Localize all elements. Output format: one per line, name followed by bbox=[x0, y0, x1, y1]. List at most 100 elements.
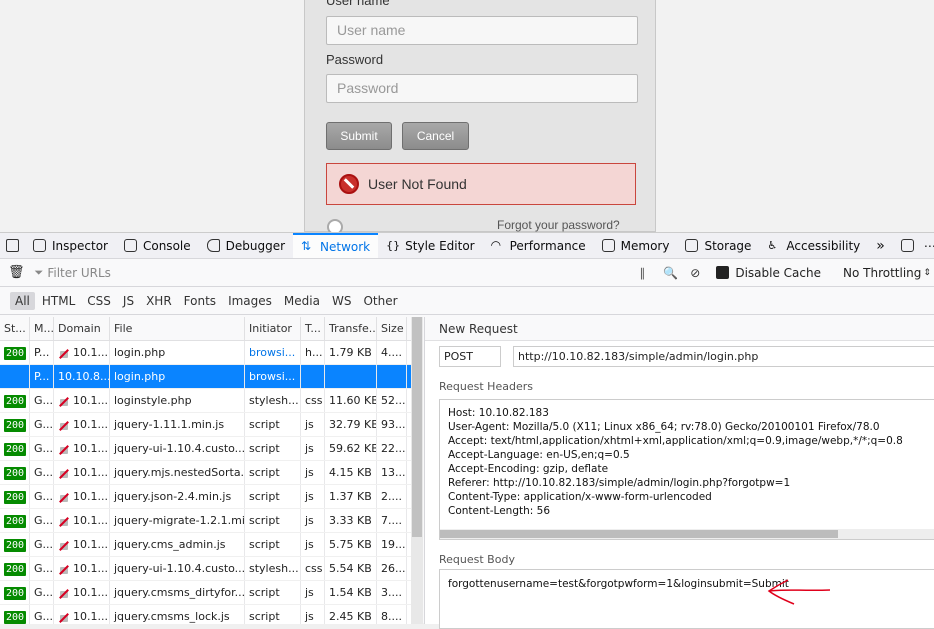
tab-memory[interactable]: Memory bbox=[594, 233, 678, 258]
tab-inspector[interactable]: Inspector bbox=[25, 233, 116, 258]
filter-ws[interactable]: WS bbox=[327, 292, 356, 310]
filter-fonts[interactable]: Fonts bbox=[179, 292, 221, 310]
devtools-tabs: Inspector Console Debugger ⇅ Network {} Style … bbox=[25, 233, 868, 258]
domain-text: 10.10.8... bbox=[58, 370, 110, 383]
tab-network[interactable]: ⇅ Network bbox=[293, 233, 379, 258]
status-badge: 200 bbox=[4, 467, 27, 480]
filter-images[interactable]: Images bbox=[223, 292, 277, 310]
filter-icon: ⏷ bbox=[34, 265, 44, 279]
table-row[interactable]: P... 10.10.8... login.php browsi... bbox=[0, 365, 411, 389]
table-row[interactable]: 200 G... 10.1... jquery.cmsms_dirtyfor... sc… bbox=[0, 581, 411, 605]
error-message-box: User Not Found bbox=[326, 163, 636, 205]
status-badge: 200 bbox=[4, 587, 27, 600]
table-row[interactable]: 200 G... 10.1... jquery.json-2.4.min.js scri… bbox=[0, 485, 411, 509]
insecure-lock-icon bbox=[58, 492, 70, 502]
cell-type: js bbox=[301, 605, 325, 624]
trash-icon[interactable]: 🗑 bbox=[8, 265, 25, 280]
block-icon[interactable]: ⊘ bbox=[690, 266, 700, 280]
annotation-arrow bbox=[767, 579, 831, 605]
username-input[interactable]: User name bbox=[326, 16, 638, 45]
cell-file: jquery-1.11.1.min.js bbox=[110, 413, 245, 436]
column-header[interactable]: Domain bbox=[54, 317, 110, 340]
cell-file: jquery.mjs.nestedSorta... bbox=[110, 461, 245, 484]
table-row[interactable]: 200 G... 10.1... jquery.cms_admin.js script j… bbox=[0, 533, 411, 557]
more-options-icon[interactable]: ⋯ bbox=[922, 233, 934, 258]
pause-icon[interactable]: ∥ bbox=[639, 266, 645, 280]
filter-js[interactable]: JS bbox=[118, 292, 139, 310]
filter-xhr[interactable]: XHR bbox=[141, 292, 177, 310]
network-icon: ⇅ bbox=[301, 239, 312, 253]
cell-size: 2.... bbox=[377, 485, 407, 508]
filter-all[interactable]: All bbox=[10, 291, 35, 310]
insecure-lock-icon bbox=[58, 588, 70, 598]
forgot-password-link[interactable]: Forgot your password? bbox=[497, 218, 620, 232]
submit-button[interactable]: Submit bbox=[326, 122, 392, 150]
tab-style-editor[interactable]: {} Style Editor bbox=[378, 233, 482, 258]
back-circle-icon[interactable] bbox=[327, 219, 343, 232]
column-header[interactable]: File bbox=[110, 317, 245, 340]
domain-text: 10.1... bbox=[73, 346, 108, 359]
more-tabs-icon[interactable]: » bbox=[868, 233, 893, 258]
cell-domain: 10.1... bbox=[54, 509, 110, 532]
column-header[interactable]: Initiator bbox=[245, 317, 301, 340]
cell-status: 200 bbox=[0, 461, 30, 484]
cell-initiator: browsi... bbox=[245, 365, 301, 388]
filter-other[interactable]: Other bbox=[358, 292, 402, 310]
status-badge: 200 bbox=[4, 515, 27, 528]
request-list-scrollbar[interactable] bbox=[411, 317, 423, 624]
tab-console[interactable]: Console bbox=[116, 233, 199, 258]
cell-domain: 10.1... bbox=[54, 437, 110, 460]
column-header[interactable]: Transfe... bbox=[325, 317, 377, 340]
tab-debugger[interactable]: Debugger bbox=[199, 233, 293, 258]
column-header[interactable]: T... bbox=[301, 317, 325, 340]
cell-type: js bbox=[301, 509, 325, 532]
cell-transferred: 5.54 KB bbox=[325, 557, 377, 580]
filter-media[interactable]: Media bbox=[279, 292, 325, 310]
method-field[interactable]: POST bbox=[439, 346, 501, 367]
column-header[interactable]: St... bbox=[0, 317, 30, 340]
filter-html[interactable]: HTML bbox=[37, 292, 80, 310]
domain-text: 10.1... bbox=[73, 514, 108, 527]
cell-size bbox=[377, 365, 407, 388]
domain-text: 10.1... bbox=[73, 442, 108, 455]
cell-file: jquery.cms_admin.js bbox=[110, 533, 245, 556]
table-row[interactable]: 200 P... 10.1... login.php browsi... h... 1.79… bbox=[0, 341, 411, 365]
status-badge: 200 bbox=[4, 491, 27, 504]
cell-method: G... bbox=[30, 533, 54, 556]
column-header[interactable]: Size bbox=[377, 317, 407, 340]
insecure-lock-icon bbox=[58, 564, 70, 574]
cell-size: 4.... bbox=[377, 341, 407, 364]
filter-css[interactable]: CSS bbox=[82, 292, 116, 310]
cell-domain: 10.1... bbox=[54, 533, 110, 556]
table-row[interactable]: 200 G... 10.1... jquery-migrate-1.2.1.mi...… bbox=[0, 509, 411, 533]
filter-urls-input[interactable]: Filter URLs bbox=[47, 266, 607, 280]
chevron-updown-icon: ⇕ bbox=[923, 267, 931, 278]
password-input[interactable]: Password bbox=[326, 74, 638, 103]
insecure-lock-icon bbox=[58, 516, 70, 526]
table-row[interactable]: 200 G... 10.1... jquery-1.11.1.min.js script… bbox=[0, 413, 411, 437]
search-icon[interactable]: 🔍 bbox=[663, 266, 678, 280]
table-row[interactable]: 200 G... 10.1... jquery-ui-1.10.4.custo... s… bbox=[0, 557, 411, 581]
tab-label: Accessibility bbox=[786, 238, 861, 253]
request-headers-textarea[interactable]: Host: 10.10.82.183 User-Agent: Mozilla/5… bbox=[439, 399, 934, 540]
tab-performance[interactable]: ◠ Performance bbox=[483, 233, 594, 258]
dock-icon[interactable] bbox=[893, 233, 922, 258]
table-row[interactable]: 200 G... 10.1... jquery.mjs.nestedSorta... s… bbox=[0, 461, 411, 485]
table-row[interactable]: 200 G... 10.1... jquery.cmsms_lock.js script… bbox=[0, 605, 411, 624]
cancel-button[interactable]: Cancel bbox=[402, 122, 469, 150]
tab-label: Style Editor bbox=[405, 238, 475, 253]
disable-cache-checkbox[interactable] bbox=[716, 266, 730, 279]
url-field[interactable]: http://10.10.82.183/simple/admin/login.p… bbox=[513, 346, 934, 367]
cell-method: G... bbox=[30, 413, 54, 436]
storage-icon bbox=[685, 239, 699, 252]
cell-transferred: 59.62 KB bbox=[325, 437, 377, 460]
throttling-select[interactable]: No Throttling bbox=[843, 266, 921, 280]
table-row[interactable]: 200 G... 10.1... loginstyle.php stylesh... cs… bbox=[0, 389, 411, 413]
request-body-textarea[interactable]: forgottenusername=test&forgotpwform=1&lo… bbox=[439, 569, 934, 629]
table-row[interactable]: 200 G... 10.1... jquery-ui-1.10.4.custo... s… bbox=[0, 437, 411, 461]
tab-accessibility[interactable]: ♿ Accessibility bbox=[759, 233, 868, 258]
column-header[interactable]: M... bbox=[30, 317, 54, 340]
element-picker-icon[interactable] bbox=[0, 233, 25, 258]
tab-storage[interactable]: Storage bbox=[677, 233, 759, 258]
headers-horizontal-scrollbar[interactable] bbox=[440, 529, 934, 539]
